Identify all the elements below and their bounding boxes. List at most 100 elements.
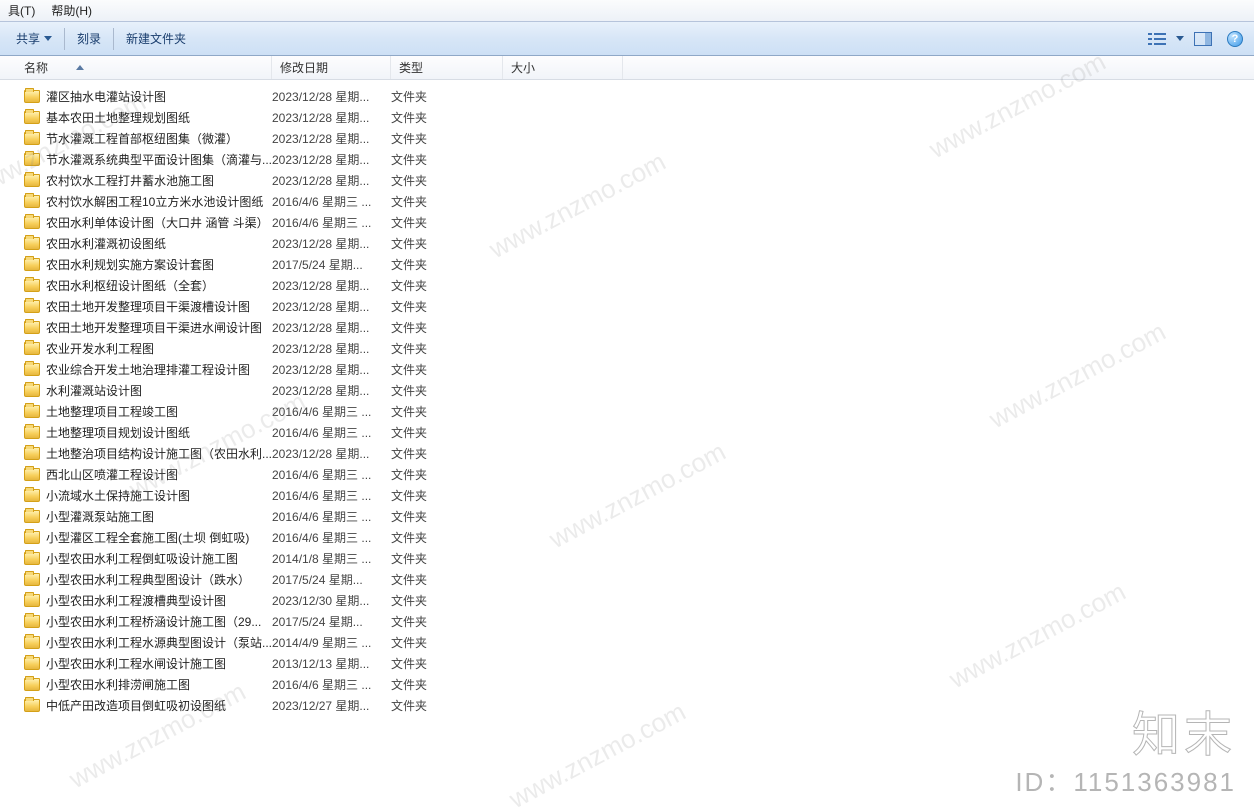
cell-name: 小型农田水利排涝闸施工图 (12, 676, 272, 693)
table-row[interactable]: 基本农田土地整理规划图纸2023/12/28 星期...文件夹 (12, 107, 1254, 128)
cell-date: 2017/5/24 星期... (272, 256, 391, 273)
table-row[interactable]: 农田水利规划实施方案设计套图2017/5/24 星期...文件夹 (12, 254, 1254, 275)
table-row[interactable]: 农田土地开发整理项目干渠渡槽设计图2023/12/28 星期...文件夹 (12, 296, 1254, 317)
cell-date: 2013/12/13 星期... (272, 655, 391, 672)
column-name[interactable]: 名称 (0, 56, 272, 79)
file-name-label: 农田水利灌溉初设图纸 (46, 235, 166, 252)
folder-icon (24, 594, 40, 607)
table-row[interactable]: 农业综合开发土地治理排灌工程设计图2023/12/28 星期...文件夹 (12, 359, 1254, 380)
folder-icon (24, 111, 40, 124)
file-name-label: 小型农田水利工程水闸设计施工图 (46, 655, 226, 672)
cell-name: 中低产田改造项目倒虹吸初设图纸 (12, 697, 272, 714)
table-row[interactable]: 农田水利灌溉初设图纸2023/12/28 星期...文件夹 (12, 233, 1254, 254)
table-row[interactable]: 土地整理项目工程竣工图2016/4/6 星期三 ...文件夹 (12, 401, 1254, 422)
column-type[interactable]: 类型 (391, 56, 503, 79)
table-row[interactable]: 小型农田水利工程水源典型图设计（泵站...2014/4/9 星期三 ...文件夹 (12, 632, 1254, 653)
table-row[interactable]: 农村饮水解困工程10立方米水池设计图纸2016/4/6 星期三 ...文件夹 (12, 191, 1254, 212)
column-date[interactable]: 修改日期 (272, 56, 391, 79)
share-button[interactable]: 共享 (6, 26, 62, 51)
new-folder-button[interactable]: 新建文件夹 (116, 26, 196, 51)
table-row[interactable]: 节水灌溉工程首部枢纽图集（微灌）2023/12/28 星期...文件夹 (12, 128, 1254, 149)
table-row[interactable]: 小流域水土保持施工设计图2016/4/6 星期三 ...文件夹 (12, 485, 1254, 506)
column-size[interactable]: 大小 (503, 56, 623, 79)
view-options-button[interactable] (1144, 26, 1170, 52)
table-row[interactable]: 灌区抽水电灌站设计图2023/12/28 星期...文件夹 (12, 86, 1254, 107)
table-row[interactable]: 小型农田水利工程桥涵设计施工图（29...2017/5/24 星期...文件夹 (12, 611, 1254, 632)
cell-date: 2023/12/28 星期... (272, 277, 391, 294)
file-name-label: 节水灌溉系统典型平面设计图集（滴灌与... (46, 151, 272, 168)
folder-icon (24, 279, 40, 292)
cell-name: 基本农田土地整理规划图纸 (12, 109, 272, 126)
preview-pane-button[interactable] (1190, 26, 1216, 52)
table-row[interactable]: 小型农田水利排涝闸施工图2016/4/6 星期三 ...文件夹 (12, 674, 1254, 695)
menu-help[interactable]: 帮助(H) (43, 0, 100, 21)
cell-name: 农村饮水解困工程10立方米水池设计图纸 (12, 193, 272, 210)
folder-icon (24, 90, 40, 103)
help-button[interactable]: ? (1222, 26, 1248, 52)
cell-type: 文件夹 (391, 361, 503, 378)
menu-bar: 具(T) 帮助(H) (0, 0, 1254, 22)
table-row[interactable]: 中低产田改造项目倒虹吸初设图纸2023/12/27 星期...文件夹 (12, 695, 1254, 716)
cell-name: 小流域水土保持施工设计图 (12, 487, 272, 504)
file-name-label: 基本农田土地整理规划图纸 (46, 109, 190, 126)
folder-icon (24, 615, 40, 628)
cell-date: 2023/12/28 星期... (272, 151, 391, 168)
cell-name: 小型农田水利工程倒虹吸设计施工图 (12, 550, 272, 567)
folder-icon (24, 237, 40, 250)
file-name-label: 农田水利枢纽设计图纸（全套） (46, 277, 214, 294)
table-row[interactable]: 小型农田水利工程水闸设计施工图2013/12/13 星期...文件夹 (12, 653, 1254, 674)
table-row[interactable]: 节水灌溉系统典型平面设计图集（滴灌与...2023/12/28 星期...文件夹 (12, 149, 1254, 170)
burn-button[interactable]: 刻录 (67, 26, 111, 51)
table-row[interactable]: 小型灌区工程全套施工图(土坝 倒虹吸)2016/4/6 星期三 ...文件夹 (12, 527, 1254, 548)
table-row[interactable]: 西北山区喷灌工程设计图2016/4/6 星期三 ...文件夹 (12, 464, 1254, 485)
table-row[interactable]: 水利灌溉站设计图2023/12/28 星期...文件夹 (12, 380, 1254, 401)
cell-date: 2016/4/6 星期三 ... (272, 466, 391, 483)
table-row[interactable]: 土地整理项目规划设计图纸2016/4/6 星期三 ...文件夹 (12, 422, 1254, 443)
table-row[interactable]: 农田水利枢纽设计图纸（全套）2023/12/28 星期...文件夹 (12, 275, 1254, 296)
table-row[interactable]: 农田土地开发整理项目干渠进水闸设计图2023/12/28 星期...文件夹 (12, 317, 1254, 338)
table-row[interactable]: 小型农田水利工程渡槽典型设计图2023/12/30 星期...文件夹 (12, 590, 1254, 611)
table-row[interactable]: 小型灌溉泵站施工图2016/4/6 星期三 ...文件夹 (12, 506, 1254, 527)
folder-icon (24, 363, 40, 376)
share-label: 共享 (16, 30, 40, 47)
file-name-label: 小型灌区工程全套施工图(土坝 倒虹吸) (46, 529, 249, 546)
table-row[interactable]: 小型农田水利工程倒虹吸设计施工图2014/1/8 星期三 ...文件夹 (12, 548, 1254, 569)
cell-type: 文件夹 (391, 424, 503, 441)
table-row[interactable]: 土地整治项目结构设计施工图（农田水利...2023/12/28 星期...文件夹 (12, 443, 1254, 464)
folder-icon (24, 531, 40, 544)
cell-type: 文件夹 (391, 130, 503, 147)
chevron-down-icon[interactable] (1176, 36, 1184, 41)
menu-tools[interactable]: 具(T) (0, 0, 43, 21)
cell-date: 2023/12/28 星期... (272, 445, 391, 462)
cell-date: 2016/4/6 星期三 ... (272, 214, 391, 231)
folder-icon (24, 678, 40, 691)
cell-date: 2023/12/28 星期... (272, 88, 391, 105)
cell-type: 文件夹 (391, 613, 503, 630)
cell-name: 农田土地开发整理项目干渠进水闸设计图 (12, 319, 272, 336)
cell-date: 2017/5/24 星期... (272, 613, 391, 630)
cell-name: 灌区抽水电灌站设计图 (12, 88, 272, 105)
watermark-id: ID：1151363981 (1015, 762, 1236, 799)
cell-name: 小型灌溉泵站施工图 (12, 508, 272, 525)
table-row[interactable]: 农田水利单体设计图（大口井 涵管 斗渠）2016/4/6 星期三 ...文件夹 (12, 212, 1254, 233)
table-row[interactable]: 农业开发水利工程图2023/12/28 星期...文件夹 (12, 338, 1254, 359)
cell-date: 2016/4/6 星期三 ... (272, 508, 391, 525)
cell-type: 文件夹 (391, 151, 503, 168)
cell-type: 文件夹 (391, 634, 503, 651)
cell-type: 文件夹 (391, 298, 503, 315)
table-row[interactable]: 小型农田水利工程典型图设计（跌水）2017/5/24 星期...文件夹 (12, 569, 1254, 590)
folder-icon (24, 216, 40, 229)
file-name-label: 节水灌溉工程首部枢纽图集（微灌） (46, 130, 238, 147)
cell-type: 文件夹 (391, 550, 503, 567)
cell-type: 文件夹 (391, 445, 503, 462)
folder-icon (24, 132, 40, 145)
file-name-label: 农田水利规划实施方案设计套图 (46, 256, 214, 273)
sort-ascending-icon (76, 65, 84, 70)
folder-icon (24, 447, 40, 460)
table-row[interactable]: 农村饮水工程打井蓄水池施工图2023/12/28 星期...文件夹 (12, 170, 1254, 191)
column-date-label: 修改日期 (280, 59, 328, 76)
toolbar: 共享 刻录 新建文件夹 ? (0, 22, 1254, 56)
cell-name: 土地整理项目工程竣工图 (12, 403, 272, 420)
folder-icon (24, 552, 40, 565)
cell-type: 文件夹 (391, 109, 503, 126)
